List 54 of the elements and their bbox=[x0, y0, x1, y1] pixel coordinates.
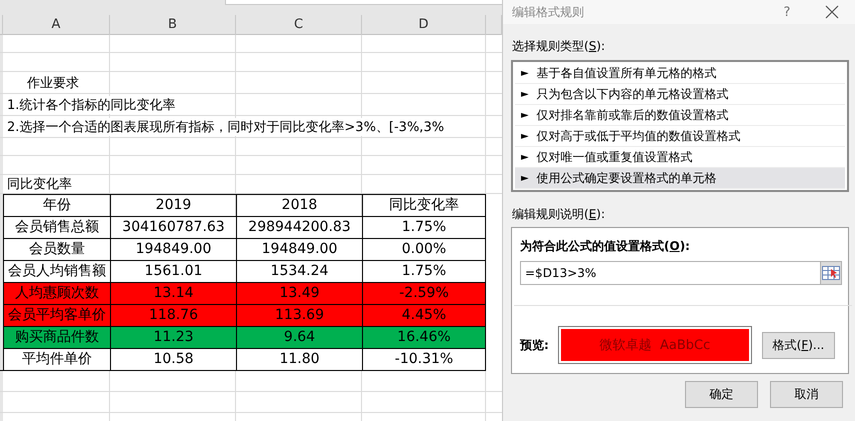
table-cell: 会员销售总额 bbox=[3, 216, 110, 238]
close-icon bbox=[825, 5, 839, 19]
column-header[interactable]: A bbox=[3, 15, 110, 35]
cell-text: 同比变化率 bbox=[7, 175, 72, 193]
range-picker-button[interactable] bbox=[820, 261, 842, 285]
table-cell: 会员数量 bbox=[3, 238, 110, 260]
column-header[interactable]: B bbox=[110, 15, 236, 35]
table-cell: 1.75% bbox=[362, 260, 486, 282]
help-button[interactable]: ? bbox=[777, 4, 797, 20]
rule-type-item[interactable]: ► 仅对排名靠前或靠后的数值设置格式 bbox=[515, 105, 845, 126]
formula-label: 为符合此公式的值设置格式(O): bbox=[520, 238, 691, 255]
table-cell: 购买商品件数 bbox=[3, 326, 110, 348]
table-cell: 118.76 bbox=[110, 304, 236, 326]
cell-text: 1.统计各个指标的同比变化率 bbox=[7, 96, 176, 114]
table-cell: 会员平均客单价 bbox=[3, 304, 110, 326]
table-cell: 13.14 bbox=[110, 282, 236, 304]
rule-type-item[interactable]: ► 只为包含以下内容的单元格设置格式 bbox=[515, 84, 845, 105]
cell-text: 2.选择一个合适的图表展现所有指标，同时对于同比变化率>3%、[-3%,3% bbox=[7, 118, 444, 136]
table-cell: 0.00% bbox=[362, 238, 486, 260]
dialog-button[interactable]: 确定 bbox=[685, 381, 758, 408]
preview-sample: 微软卓越 AaBbCc bbox=[561, 329, 749, 361]
table-cell: 304160787.63 bbox=[110, 216, 236, 238]
section-label: 选择规则类型(S): bbox=[512, 38, 606, 55]
table-cell: 平均件单价 bbox=[3, 348, 110, 370]
table-cell: 4.45% bbox=[362, 304, 486, 326]
table-cell: 11.23 bbox=[110, 326, 236, 348]
table-cell: 194849.00 bbox=[236, 238, 362, 260]
table-cell: 10.58 bbox=[110, 348, 236, 370]
table-cell: 人均惠顾次数 bbox=[3, 282, 110, 304]
formula-field[interactable]: =$D13>3% bbox=[520, 261, 820, 285]
table-cell: 1.75% bbox=[362, 216, 486, 238]
column-header[interactable]: D bbox=[362, 15, 486, 35]
dialog-button[interactable]: 取消 bbox=[770, 381, 843, 408]
table-cell: 13.49 bbox=[236, 282, 362, 304]
table-cell: 11.80 bbox=[236, 348, 362, 370]
table-cell: 1561.01 bbox=[110, 260, 236, 282]
table-cell: 9.64 bbox=[236, 326, 362, 348]
table-cell: 会员人均销售额 bbox=[3, 260, 110, 282]
table-cell: 16.46% bbox=[362, 326, 486, 348]
table-cell: 113.69 bbox=[236, 304, 362, 326]
table-cell: -2.59% bbox=[362, 282, 486, 304]
rule-type-item[interactable]: ► 仅对高于或低于平均值的数值设置格式 bbox=[515, 126, 845, 147]
table-cell: 194849.00 bbox=[110, 238, 236, 260]
rule-type-item[interactable]: ► 使用公式确定要设置格式的单元格 bbox=[515, 168, 845, 189]
preview-label: 预览: bbox=[520, 336, 550, 354]
range-select-icon bbox=[822, 266, 840, 280]
table-cell: -10.31% bbox=[362, 348, 486, 370]
section-label: 编辑规则说明(E): bbox=[512, 206, 606, 223]
table-cell: 1534.24 bbox=[236, 260, 362, 282]
rule-type-item[interactable]: ► 基于各自值设置所有单元格的格式 bbox=[515, 63, 845, 84]
column-header[interactable]: C bbox=[236, 15, 362, 35]
table-cell: 298944200.83 bbox=[236, 216, 362, 238]
format-button[interactable]: 格式(F)... bbox=[762, 332, 835, 358]
dialog-title: 编辑格式规则 bbox=[512, 4, 585, 20]
